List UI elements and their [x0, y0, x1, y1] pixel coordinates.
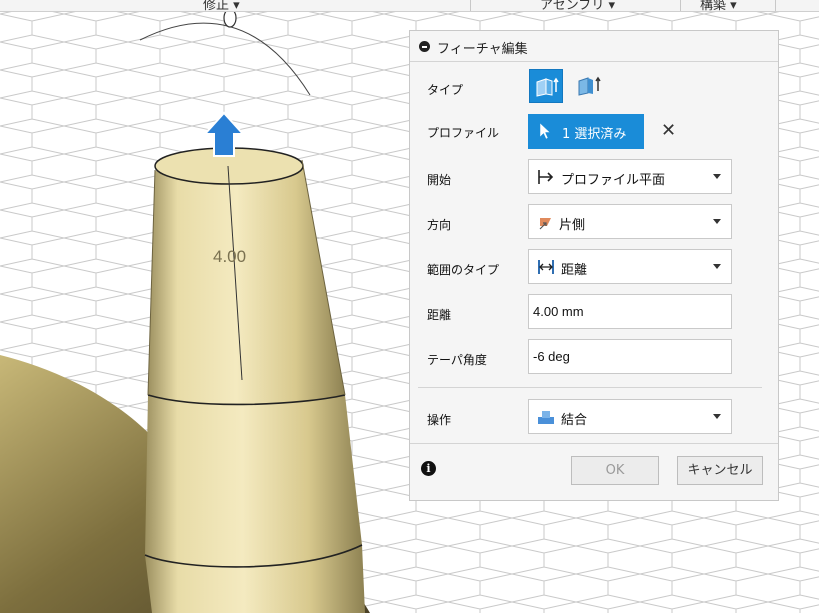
chevron-down-icon: [713, 219, 721, 224]
type-thin-button[interactable]: [572, 69, 606, 103]
chevron-down-icon: [713, 264, 721, 269]
taper-angle-label: テーパ角度: [427, 353, 487, 367]
collapse-icon[interactable]: [419, 41, 430, 52]
cancel-button[interactable]: キャンセル: [677, 456, 763, 485]
panel-title: フィーチャ編集: [437, 42, 528, 57]
taper-angle-input[interactable]: -6 deg: [528, 339, 732, 374]
distance-label: 距離: [427, 308, 452, 322]
menu-separator: [775, 0, 776, 11]
cursor-arrow-icon: [539, 122, 551, 140]
start-label: 開始: [427, 173, 452, 187]
cylinder-section: [145, 395, 362, 567]
type-solid-button[interactable]: [529, 69, 563, 103]
profile-select-button[interactable]: 1 選択済み: [528, 114, 644, 149]
profile-select-text: 1 選択済み: [562, 127, 627, 142]
divider: [410, 443, 778, 444]
direction-dropdown[interactable]: 片側: [528, 204, 732, 239]
menu-modify[interactable]: 修正 ▾: [203, 0, 240, 11]
toolbar-menubar: 修正 ▾ アセンブリ ▾ 構築 ▾: [0, 0, 819, 12]
distance-input[interactable]: 4.00 mm: [528, 294, 732, 329]
menu-assemble[interactable]: アセンブリ ▾: [540, 0, 615, 11]
menu-separator: [680, 0, 681, 11]
panel-header[interactable]: フィーチャ編集: [410, 31, 778, 61]
operation-label: 操作: [427, 413, 452, 427]
start-value: プロファイル平面: [561, 173, 666, 188]
type-label: タイプ: [427, 83, 464, 97]
clear-selection-icon[interactable]: ✕: [661, 122, 676, 140]
extent-type-dropdown[interactable]: 距離: [528, 249, 732, 284]
start-dropdown[interactable]: プロファイル平面: [528, 159, 732, 194]
divider: [410, 61, 778, 62]
direction-label: 方向: [427, 218, 452, 232]
menu-separator: [470, 0, 471, 11]
info-icon[interactable]: i: [421, 461, 436, 476]
solid-extrude-icon: [536, 77, 559, 97]
dimension-value-label[interactable]: 4.00: [213, 247, 246, 267]
direction-value: 片側: [559, 218, 586, 233]
extent-type-value: 距離: [561, 263, 588, 278]
divider: [418, 387, 762, 388]
join-operation-icon: [538, 411, 554, 424]
chevron-down-icon: [713, 414, 721, 419]
thin-extrude-icon: [578, 76, 601, 96]
chevron-down-icon: [713, 174, 721, 179]
operation-dropdown[interactable]: 結合: [528, 399, 732, 434]
operation-value: 結合: [561, 413, 588, 428]
menu-construct[interactable]: 構築 ▾: [700, 0, 737, 11]
distance-extent-icon: [538, 260, 554, 274]
ok-button[interactable]: OK: [571, 456, 659, 485]
extent-type-label: 範囲のタイプ: [427, 263, 500, 277]
profile-label: プロファイル: [427, 126, 500, 140]
profile-plane-icon: [538, 170, 554, 184]
edit-feature-panel: フィーチャ編集 タイプ プロファイル 1 選択済み ✕ 開始 プロファイル平面: [409, 30, 779, 501]
one-side-direction-icon: [539, 218, 551, 230]
